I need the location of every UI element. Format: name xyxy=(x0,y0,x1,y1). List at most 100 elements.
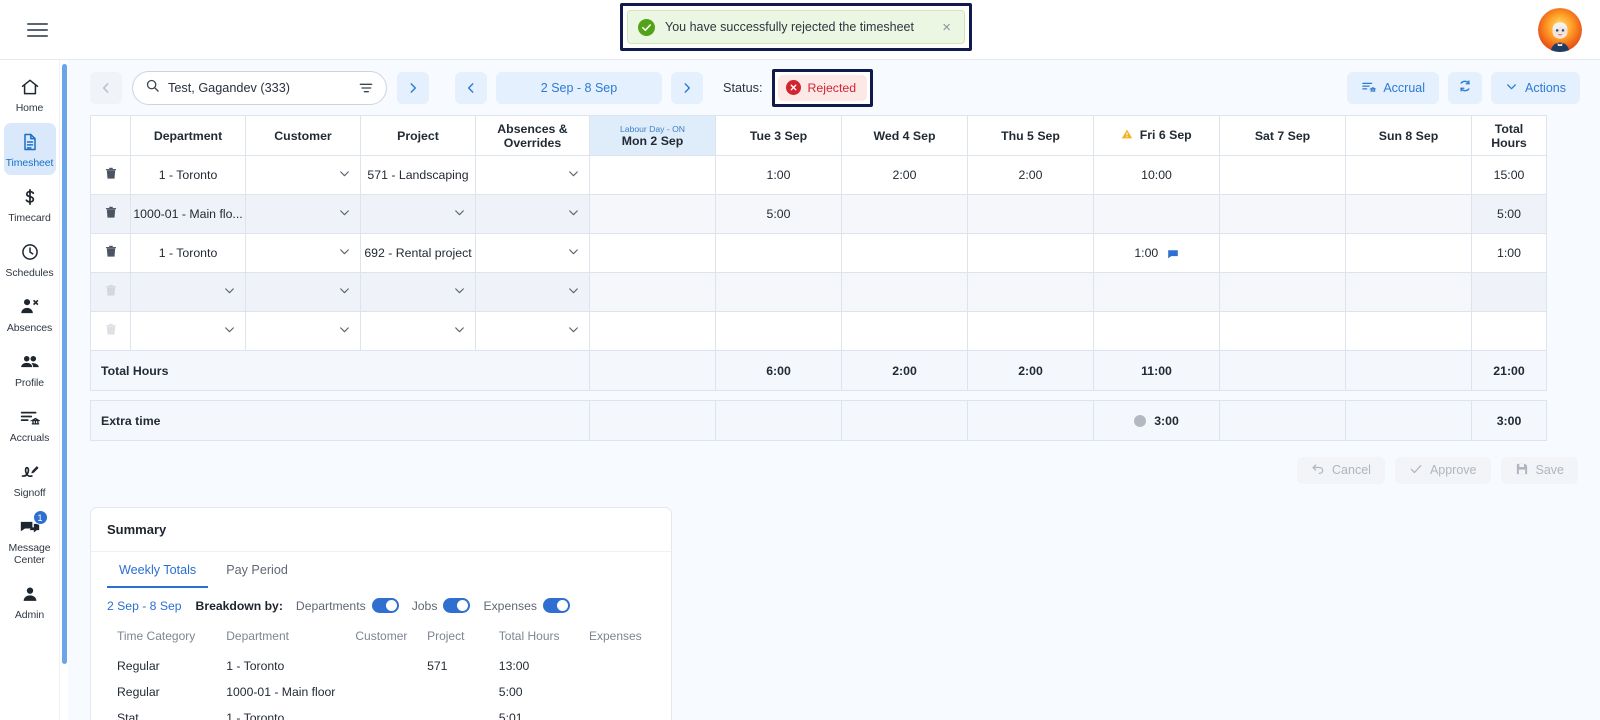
cell-fri[interactable]: 10:00 xyxy=(1093,155,1220,195)
chevron-down-icon[interactable] xyxy=(338,245,351,261)
col-mon[interactable]: Labour Day - ON Mon 2 Sep xyxy=(589,115,716,156)
cell-department[interactable] xyxy=(130,311,246,351)
cell-tue[interactable] xyxy=(715,233,842,273)
cell-sun[interactable] xyxy=(1345,194,1472,234)
chevron-down-icon[interactable] xyxy=(223,323,236,339)
cell-tue[interactable] xyxy=(715,272,842,312)
cell-project[interactable] xyxy=(360,272,476,312)
cell-absences[interactable] xyxy=(475,194,590,234)
chevron-down-icon[interactable] xyxy=(338,167,351,183)
save-button[interactable]: Save xyxy=(1500,456,1578,484)
cell-customer[interactable] xyxy=(245,194,361,234)
cell-fri[interactable] xyxy=(1093,272,1220,312)
col-customer[interactable]: Customer xyxy=(245,115,361,156)
employee-search[interactable] xyxy=(132,70,387,105)
cell-sat[interactable] xyxy=(1219,194,1346,234)
cell-thu[interactable] xyxy=(967,233,1094,273)
cell-customer[interactable] xyxy=(245,233,361,273)
cell-thu[interactable] xyxy=(967,272,1094,312)
next-week-button[interactable] xyxy=(671,71,703,104)
toggle-jobs[interactable]: Jobs xyxy=(412,598,471,613)
cell-wed[interactable] xyxy=(841,311,968,351)
col-department[interactable]: Department xyxy=(130,115,246,156)
avatar[interactable] xyxy=(1538,8,1582,52)
chevron-down-icon[interactable] xyxy=(453,323,466,339)
cell-project[interactable]: 571 - Landscaping xyxy=(360,155,476,195)
cell-sat[interactable] xyxy=(1219,311,1346,351)
prev-week-button[interactable] xyxy=(455,71,487,104)
cell-wed[interactable] xyxy=(841,233,968,273)
cell-thu[interactable] xyxy=(967,311,1094,351)
cell-department[interactable] xyxy=(130,272,246,312)
cell-sat[interactable] xyxy=(1219,272,1346,312)
cell-project[interactable]: 692 - Rental project xyxy=(360,233,476,273)
cell-project[interactable] xyxy=(360,194,476,234)
toggle-departments[interactable]: Departments xyxy=(296,598,399,613)
cell-wed[interactable] xyxy=(841,194,968,234)
col-absences[interactable]: Absences & Overrides xyxy=(475,115,590,156)
chevron-down-icon[interactable] xyxy=(453,206,466,222)
table-row[interactable]: 1000-01 - Main flo... 5:00 5:00 xyxy=(90,194,1547,234)
cell-thu[interactable] xyxy=(967,194,1094,234)
chevron-down-icon[interactable] xyxy=(567,245,580,261)
col-wed[interactable]: Wed 4 Sep xyxy=(841,115,968,156)
cell-sun[interactable] xyxy=(1345,155,1472,195)
search-input[interactable] xyxy=(168,80,358,95)
cell-customer[interactable] xyxy=(245,155,361,195)
sidebar-item-timesheet[interactable]: Timesheet xyxy=(3,123,56,175)
cell-absences[interactable] xyxy=(475,233,590,273)
cell-mon[interactable] xyxy=(589,233,716,273)
cell-tue[interactable]: 1:00 xyxy=(715,155,842,195)
sidebar-item-absences[interactable]: Absences xyxy=(4,288,56,340)
trash-icon[interactable] xyxy=(104,244,118,259)
cell-department[interactable]: 1000-01 - Main flo... xyxy=(130,194,246,234)
cell-fri[interactable] xyxy=(1093,194,1220,234)
cell-project[interactable] xyxy=(360,311,476,351)
cell-department[interactable]: 1 - Toronto xyxy=(130,155,246,195)
chevron-down-icon[interactable] xyxy=(338,323,351,339)
toggle-expenses[interactable]: Expenses xyxy=(483,598,570,613)
sidebar-item-profile[interactable]: Profile xyxy=(4,343,56,395)
delete-cell[interactable] xyxy=(90,155,131,195)
cell-sat[interactable] xyxy=(1219,155,1346,195)
cell-mon[interactable] xyxy=(589,272,716,312)
col-sat[interactable]: Sat 7 Sep xyxy=(1219,115,1346,156)
cell-sun[interactable] xyxy=(1345,233,1472,273)
refresh-button[interactable] xyxy=(1448,71,1482,104)
cell-sun[interactable] xyxy=(1345,272,1472,312)
extra-fri[interactable]: 3:00 xyxy=(1093,400,1220,441)
prev-employee-button[interactable] xyxy=(90,71,122,104)
table-row[interactable]: 1 - Toronto 571 - Landscaping 1:00 2:00 xyxy=(90,155,1547,195)
close-icon[interactable]: × xyxy=(939,18,954,37)
cell-fri[interactable] xyxy=(1093,311,1220,351)
trash-icon[interactable] xyxy=(104,205,118,220)
col-thu[interactable]: Thu 5 Sep xyxy=(967,115,1094,156)
col-fri[interactable]: Fri 6 Sep xyxy=(1093,115,1220,156)
table-row[interactable]: 1 - Toronto 692 - Rental project 1:00 1:… xyxy=(90,233,1547,273)
toggle-jobs-switch[interactable] xyxy=(443,598,471,613)
cell-department[interactable]: 1 - Toronto xyxy=(130,233,246,273)
chevron-down-icon[interactable] xyxy=(567,167,580,183)
next-employee-button[interactable] xyxy=(397,71,429,104)
sidebar-item-signoff[interactable]: Signoff xyxy=(4,453,56,505)
tab-weekly-totals[interactable]: Weekly Totals xyxy=(107,552,209,588)
sidebar-item-schedules[interactable]: Schedules xyxy=(4,233,56,285)
sidebar-item-accruals[interactable]: Accruals xyxy=(4,398,56,450)
approve-button[interactable]: Approve xyxy=(1394,456,1491,484)
cell-thu[interactable]: 2:00 xyxy=(967,155,1094,195)
actions-button[interactable]: Actions xyxy=(1491,71,1580,104)
cell-wed[interactable] xyxy=(841,272,968,312)
tab-pay-period[interactable]: Pay Period xyxy=(214,552,300,588)
cell-sun[interactable] xyxy=(1345,311,1472,351)
filter-icon[interactable] xyxy=(358,80,374,96)
week-range-selector[interactable]: 2 Sep - 8 Sep xyxy=(496,71,662,104)
delete-cell[interactable] xyxy=(90,233,131,273)
cell-sat[interactable] xyxy=(1219,233,1346,273)
cell-fri[interactable]: 1:00 xyxy=(1093,233,1220,273)
toggle-expenses-switch[interactable] xyxy=(542,598,570,613)
cancel-button[interactable]: Cancel xyxy=(1297,456,1385,484)
cell-customer[interactable] xyxy=(245,311,361,351)
chevron-down-icon[interactable] xyxy=(338,284,351,300)
chevron-down-icon[interactable] xyxy=(453,284,466,300)
cell-absences[interactable] xyxy=(475,311,590,351)
